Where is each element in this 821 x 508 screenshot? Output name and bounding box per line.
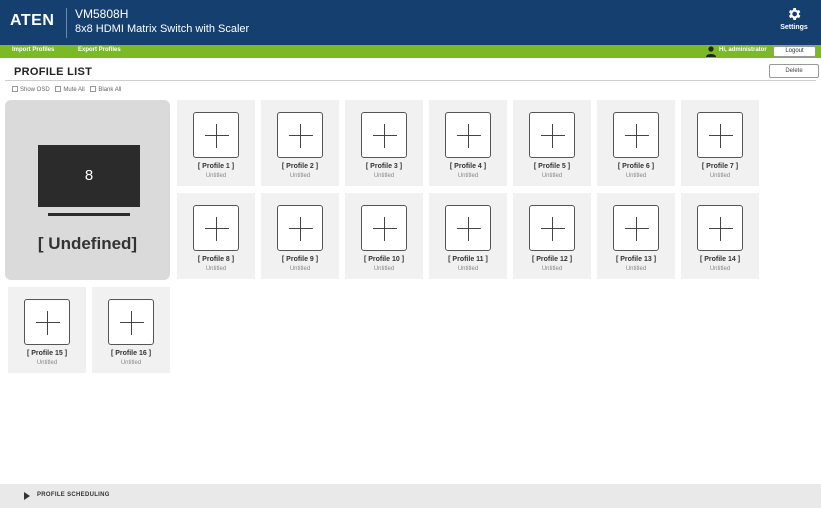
profile-scheduling-label: PROFILE SCHEDULING: [37, 492, 110, 498]
header-divider: [66, 8, 67, 38]
mute-all-label: Mute All: [63, 87, 85, 93]
profile-name: [ Profile 3 ]: [365, 163, 403, 170]
add-icon[interactable]: [361, 112, 407, 158]
profile-name: [ Profile 15 ]: [26, 350, 68, 357]
add-icon[interactable]: [529, 205, 575, 251]
profile-tile-4[interactable]: [ Profile 4 ] Untitled: [429, 100, 507, 186]
expand-arrow-icon[interactable]: [24, 492, 30, 500]
profile-status: Untitled: [625, 266, 647, 272]
profile-name: [ Profile 12 ]: [531, 256, 573, 263]
add-icon[interactable]: [697, 112, 743, 158]
profile-tile-15[interactable]: [ Profile 15 ] Untitled: [8, 287, 86, 373]
profile-name: [ Profile 16 ]: [110, 350, 152, 357]
add-icon[interactable]: [613, 112, 659, 158]
blank-all-checkbox[interactable]: Blank All: [90, 86, 121, 93]
profile-tile-13[interactable]: [ Profile 13 ] Untitled: [597, 193, 675, 279]
profile-status: Untitled: [541, 266, 563, 272]
profile-tile-7[interactable]: [ Profile 7 ] Untitled: [681, 100, 759, 186]
profile-name: [ Profile 6 ]: [617, 163, 655, 170]
checkbox-box[interactable]: [90, 86, 97, 92]
profile-tile-12[interactable]: [ Profile 12 ] Untitled: [513, 193, 591, 279]
action-toolbar: Import Profiles Export Profiles Hi, admi…: [0, 45, 821, 58]
add-icon[interactable]: [613, 205, 659, 251]
profile-tile-14[interactable]: [ Profile 14 ] Untitled: [681, 193, 759, 279]
profile-scheduling-bar[interactable]: PROFILE SCHEDULING: [0, 484, 821, 508]
model-name: VM5808H: [75, 7, 129, 21]
profile-name: [ Profile 5 ]: [533, 163, 571, 170]
current-profile-label: [ Undefined]: [37, 234, 138, 253]
page-title: PROFILE LIST: [14, 66, 93, 78]
aten-logo: ATEN: [10, 12, 55, 29]
profile-tile-3[interactable]: [ Profile 3 ] Untitled: [345, 100, 423, 186]
profile-tile-1[interactable]: [ Profile 1 ] Untitled: [177, 100, 255, 186]
profile-status: Untitled: [709, 173, 731, 179]
profile-tile-5[interactable]: [ Profile 5 ] Untitled: [513, 100, 591, 186]
profile-name: [ Profile 13 ]: [615, 256, 657, 263]
profile-status: Untitled: [289, 266, 311, 272]
monitor-icon: 8: [38, 145, 140, 207]
current-profile-card[interactable]: 8 [ Undefined]: [5, 100, 170, 280]
user-icon: [706, 46, 716, 57]
profile-name: [ Profile 11 ]: [448, 256, 488, 263]
profile-tile-10[interactable]: [ Profile 10 ] Untitled: [345, 193, 423, 279]
checkbox-box[interactable]: [55, 86, 62, 92]
profile-tile-9[interactable]: [ Profile 9 ] Untitled: [261, 193, 339, 279]
add-icon[interactable]: [445, 112, 491, 158]
product-name: 8x8 HDMI Matrix Switch with Scaler: [75, 23, 250, 35]
profile-status: Untitled: [120, 360, 142, 366]
add-icon[interactable]: [361, 205, 407, 251]
export-profiles-link[interactable]: Export Profiles: [78, 47, 121, 53]
profile-tile-6[interactable]: [ Profile 6 ] Untitled: [597, 100, 675, 186]
checkbox-box[interactable]: [12, 86, 18, 92]
profile-status: Untitled: [36, 360, 58, 366]
display-options: Show OSD Mute All Blank All: [12, 86, 125, 93]
add-icon[interactable]: [445, 205, 491, 251]
profile-name: [ Profile 7 ]: [701, 163, 739, 170]
add-icon[interactable]: [277, 205, 323, 251]
user-greeting: Hi, administrator: [719, 47, 767, 53]
add-icon[interactable]: [108, 299, 154, 345]
profile-status: Untitled: [457, 266, 479, 272]
profile-status: Untitled: [541, 173, 563, 179]
profile-status: Untitled: [373, 266, 395, 272]
profile-name: [ Profile 8 ]: [197, 256, 235, 263]
profile-status: Untitled: [289, 173, 311, 179]
settings-button[interactable]: Settings: [774, 4, 814, 42]
profile-name: [ Profile 4 ]: [449, 163, 487, 170]
profile-name: [ Profile 1 ]: [197, 163, 235, 170]
gear-icon: [788, 8, 801, 20]
add-icon[interactable]: [529, 112, 575, 158]
settings-label: Settings: [780, 24, 808, 31]
profile-status: Untitled: [625, 173, 647, 179]
profile-status: Untitled: [709, 266, 731, 272]
import-profiles-link[interactable]: Import Profiles: [12, 47, 54, 53]
profile-name: [ Profile 14 ]: [699, 256, 741, 263]
profile-name: [ Profile 9 ]: [281, 256, 319, 263]
show-osd-label: Show OSD: [20, 87, 50, 93]
profile-tile-2[interactable]: [ Profile 2 ] Untitled: [261, 100, 339, 186]
profile-status: Untitled: [457, 173, 479, 179]
add-icon[interactable]: [193, 205, 239, 251]
profile-name: [ Profile 2 ]: [281, 163, 319, 170]
delete-button[interactable]: Delete: [769, 64, 819, 78]
profile-status: Untitled: [205, 266, 227, 272]
add-icon[interactable]: [193, 112, 239, 158]
mute-all-checkbox[interactable]: Mute All: [55, 86, 85, 93]
show-osd-checkbox[interactable]: Show OSD: [12, 86, 50, 93]
add-icon[interactable]: [697, 205, 743, 251]
profile-tile-16[interactable]: [ Profile 16 ] Untitled: [92, 287, 170, 373]
profile-name: [ Profile 10 ]: [363, 256, 405, 263]
monitor-stand: [48, 213, 130, 216]
profile-status: Untitled: [205, 173, 227, 179]
profile-tile-11[interactable]: [ Profile 11 ] Untitled: [429, 193, 507, 279]
logout-button[interactable]: Logout: [773, 46, 816, 57]
title-divider: [5, 80, 816, 81]
add-icon[interactable]: [24, 299, 70, 345]
blank-all-label: Blank All: [98, 87, 122, 93]
profile-status: Untitled: [373, 173, 395, 179]
current-profile-number: 8: [84, 167, 94, 184]
top-header: ATEN VM5808H 8x8 HDMI Matrix Switch with…: [0, 0, 821, 45]
add-icon[interactable]: [277, 112, 323, 158]
profile-tile-8[interactable]: [ Profile 8 ] Untitled: [177, 193, 255, 279]
